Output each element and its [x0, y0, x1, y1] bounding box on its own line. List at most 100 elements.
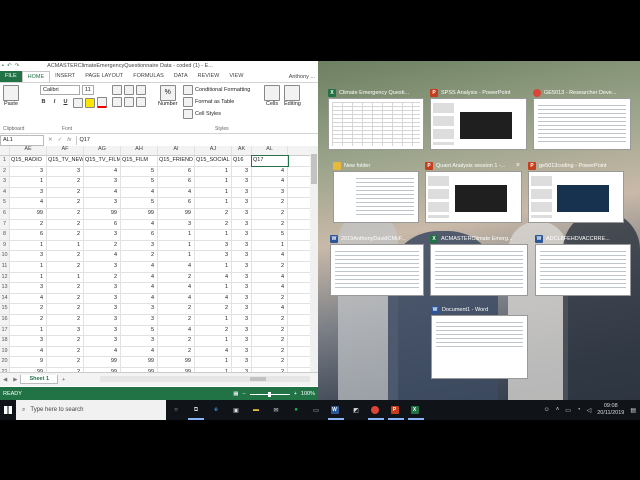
- table-cell[interactable]: 2: [47, 336, 84, 346]
- column-header[interactable]: AI: [158, 146, 195, 155]
- table-cell[interactable]: 6: [10, 230, 47, 240]
- table-cell[interactable]: 3: [84, 198, 121, 208]
- table-cell[interactable]: 2: [47, 208, 84, 219]
- task-window-spss-powerpoint[interactable]: P SPSS Analysis - PowerPoint: [430, 87, 527, 150]
- table-cell[interactable]: 4: [121, 219, 158, 230]
- network-icon[interactable]: ◔: [577, 407, 581, 413]
- table-cell[interactable]: 6: [121, 230, 158, 240]
- table-cell[interactable]: 3: [232, 357, 252, 367]
- table-cell[interactable]: 2: [195, 219, 232, 230]
- table-cell[interactable]: 1: [158, 240, 195, 251]
- table-cell[interactable]: 2: [47, 230, 84, 240]
- table-cell[interactable]: 3: [232, 346, 252, 357]
- table-cell[interactable]: 4: [158, 283, 195, 293]
- undo-icon[interactable]: ↶: [7, 63, 12, 69]
- tab-review[interactable]: REVIEW: [193, 71, 225, 82]
- merge-icon[interactable]: [136, 97, 146, 107]
- bold-button[interactable]: B: [40, 99, 47, 106]
- table-cell[interactable]: 5: [121, 325, 158, 336]
- table-cell[interactable]: 99: [10, 208, 47, 219]
- header-cell[interactable]: Q15_RADIO: [10, 156, 47, 166]
- mail-icon[interactable]: ✉: [266, 400, 286, 420]
- horizontal-scrollbar[interactable]: [100, 376, 310, 382]
- table-cell[interactable]: 2: [47, 251, 84, 261]
- table-cell[interactable]: 3: [84, 336, 121, 346]
- table-cell[interactable]: 99: [121, 208, 158, 219]
- table-cell[interactable]: 4: [10, 293, 47, 304]
- table-cell[interactable]: 1: [195, 198, 232, 208]
- table-cell[interactable]: 1: [10, 261, 47, 272]
- table-cell[interactable]: 2: [158, 314, 195, 325]
- table-cell[interactable]: 3: [232, 304, 252, 314]
- table-cell[interactable]: 5: [121, 177, 158, 187]
- view-normal-icon[interactable]: ▦: [233, 391, 238, 397]
- table-cell[interactable]: 3: [195, 240, 232, 251]
- table-cell[interactable]: 4: [252, 177, 288, 187]
- italic-button[interactable]: I: [51, 99, 58, 106]
- table-cell[interactable]: 4: [252, 283, 288, 293]
- table-cell[interactable]: 2: [47, 293, 84, 304]
- sheet-tab[interactable]: Sheet 1: [20, 375, 59, 384]
- table-cell[interactable]: 1: [10, 177, 47, 187]
- task-window-quant-powerpoint[interactable]: P Quant Analysis session 1 -... ×: [425, 160, 522, 223]
- add-sheet-button[interactable]: +: [62, 377, 65, 383]
- volume-icon[interactable]: ◁: [587, 407, 592, 414]
- word-taskbar-icon[interactable]: W: [326, 400, 346, 420]
- sheet-nav-left-icon[interactable]: ◀: [3, 377, 7, 383]
- row-number[interactable]: 12: [0, 272, 10, 283]
- table-cell[interactable]: 3: [47, 325, 84, 336]
- table-cell[interactable]: 3: [121, 304, 158, 314]
- table-cell[interactable]: 2: [47, 283, 84, 293]
- table-cell[interactable]: 4: [84, 346, 121, 357]
- table-cell[interactable]: 2: [252, 198, 288, 208]
- table-cell[interactable]: 2: [47, 198, 84, 208]
- row-number[interactable]: 7: [0, 219, 10, 230]
- editing-button[interactable]: Editing: [284, 85, 301, 107]
- enter-icon[interactable]: ✓: [58, 137, 63, 143]
- table-cell[interactable]: 3: [232, 198, 252, 208]
- table-cell[interactable]: 3: [10, 336, 47, 346]
- table-cell[interactable]: 1: [195, 187, 232, 198]
- zoom-out-icon[interactable]: −: [242, 391, 245, 397]
- table-cell[interactable]: 4: [252, 166, 288, 177]
- table-cell[interactable]: 4: [84, 251, 121, 261]
- table-cell[interactable]: 1: [195, 166, 232, 177]
- table-cell[interactable]: 3: [84, 293, 121, 304]
- table-cell[interactable]: 1: [195, 230, 232, 240]
- task-window-adcl8-word[interactable]: W ADCL8FEHDVACCRRE...: [535, 233, 631, 296]
- table-cell[interactable]: 3: [84, 230, 121, 240]
- table-cell[interactable]: 2: [158, 336, 195, 346]
- table-cell[interactable]: 4: [84, 166, 121, 177]
- table-cell[interactable]: 2: [252, 357, 288, 367]
- clock[interactable]: 09:08 20/11/2019: [597, 403, 624, 417]
- table-cell[interactable]: 2: [47, 346, 84, 357]
- table-cell[interactable]: 4: [121, 283, 158, 293]
- row-number[interactable]: 20: [0, 357, 10, 367]
- table-cell[interactable]: 3: [121, 314, 158, 325]
- table-cell[interactable]: 2: [47, 314, 84, 325]
- row-number[interactable]: 6: [0, 208, 10, 219]
- file-explorer-icon[interactable]: ▬: [246, 400, 266, 420]
- table-cell[interactable]: 2: [47, 304, 84, 314]
- paste-button[interactable]: Paste: [3, 85, 19, 107]
- table-cell[interactable]: 5: [121, 166, 158, 177]
- tab-formulas[interactable]: FORMULAS: [128, 71, 169, 82]
- table-cell[interactable]: 4: [158, 187, 195, 198]
- table-cell[interactable]: 1: [195, 261, 232, 272]
- font-name-select[interactable]: Calibri: [40, 85, 80, 95]
- table-cell[interactable]: 2: [195, 325, 232, 336]
- table-cell[interactable]: 3: [232, 314, 252, 325]
- table-cell[interactable]: 3: [84, 261, 121, 272]
- table-cell[interactable]: 2: [10, 314, 47, 325]
- table-cell[interactable]: 3: [232, 325, 252, 336]
- table-cell[interactable]: 1: [195, 314, 232, 325]
- table-cell[interactable]: 3: [232, 293, 252, 304]
- people-icon[interactable]: ☺: [544, 407, 550, 413]
- start-button[interactable]: [0, 400, 16, 420]
- table-cell[interactable]: 2: [47, 357, 84, 367]
- task-window-document1-word[interactable]: W Document1 - Word: [431, 304, 528, 379]
- table-cell[interactable]: 3: [232, 208, 252, 219]
- column-header[interactable]: AH: [121, 146, 158, 155]
- user-account[interactable]: Anthony ...: [289, 74, 318, 80]
- table-cell[interactable]: 4: [121, 346, 158, 357]
